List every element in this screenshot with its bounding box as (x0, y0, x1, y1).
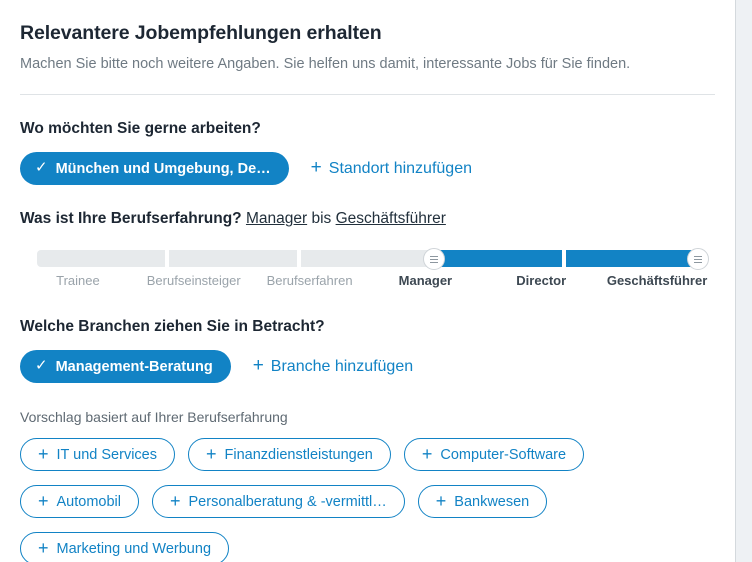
experience-range-separator: bis (311, 210, 332, 227)
experience-question-text: Was ist Ihre Berufserfahrung? (20, 210, 242, 227)
industry-chip-selected[interactable]: ✓ Management-Beratung (20, 350, 231, 383)
plus-icon: + (252, 355, 264, 376)
add-location-button[interactable]: + Standort hinzufügen (310, 157, 472, 178)
suggestion-chip[interactable]: + Computer-Software (403, 438, 585, 471)
card-body: Wo möchten Sie gerne arbeiten? ✓ München… (0, 95, 735, 562)
suggestion-chip-label: Automobil (56, 493, 121, 510)
slider-segment-4[interactable] (433, 250, 562, 267)
check-icon: ✓ (35, 159, 48, 176)
plus-icon: + (435, 490, 447, 511)
plus-icon: + (38, 443, 49, 464)
slider-track[interactable] (37, 248, 709, 270)
location-question: Wo möchten Sie gerne arbeiten? (20, 120, 261, 137)
slider-segment-3[interactable] (301, 250, 430, 267)
industry-section: Welche Branchen ziehen Sie in Betracht? … (20, 293, 715, 562)
suggestion-chip-label: Finanzdienstleistungen (224, 446, 373, 463)
suggestion-chip[interactable]: + IT und Services (20, 438, 175, 471)
add-location-label: Standort hinzufügen (328, 159, 472, 177)
slider-segment-1[interactable] (37, 250, 166, 267)
plus-icon: + (310, 157, 322, 178)
slider-tick-manager: Manager (398, 273, 453, 288)
page-background: Relevantere Jobempfehlungen erhalten Mac… (0, 0, 752, 562)
slider-tick-berufseinsteiger: Berufseinsteiger (146, 273, 241, 288)
grip-lines-icon (429, 255, 438, 257)
slider-tick-trainee: Trainee (56, 273, 100, 288)
slider-segment-5[interactable] (565, 250, 695, 267)
location-chip-row: ✓ München und Umgebung, De… + Standort h… (20, 152, 715, 185)
slider-tick-geschaeftsfuehrer: Geschäftsführer (606, 273, 708, 288)
slider-handle-lower[interactable] (422, 248, 445, 270)
plus-icon: + (38, 490, 49, 511)
suggestion-chip-list: + IT und Services + Finanzdienstleistung… (20, 438, 715, 562)
suggestion-chip-label: IT und Services (56, 446, 157, 463)
suggestion-chip-label: Marketing und Werbung (56, 540, 212, 557)
experience-range-from[interactable]: Manager (246, 210, 307, 227)
grip-lines-icon (429, 258, 438, 260)
page-subtitle: Machen Sie bitte noch weitere Angaben. S… (20, 56, 631, 72)
industry-chip-row: ✓ Management-Beratung + Branche hinzufüg… (20, 350, 715, 383)
slider-tick-berufserfahren: Berufserfahren (266, 273, 353, 288)
add-industry-button[interactable]: + Branche hinzufügen (252, 355, 414, 376)
experience-question: Was ist Ihre Berufserfahrung? Manager bi… (20, 209, 715, 229)
grip-lines-icon (694, 255, 702, 257)
suggestion-chip[interactable]: + Bankwesen (417, 485, 548, 518)
slider-handle-upper[interactable] (687, 248, 709, 270)
grip-lines-icon (694, 258, 702, 260)
add-industry-label: Branche hinzufügen (270, 357, 414, 375)
grip-lines-icon (694, 261, 702, 263)
location-chip-selected[interactable]: ✓ München und Umgebung, De… (20, 152, 289, 185)
suggestion-chip-label: Bankwesen (454, 493, 530, 510)
location-chip-label: München und Umgebung, De… (55, 160, 271, 177)
plus-icon: + (170, 490, 181, 511)
preferences-card: Relevantere Jobempfehlungen erhalten Mac… (0, 0, 736, 562)
plus-icon: + (421, 443, 433, 464)
suggestion-chip-label: Personalberatung & -vermittl… (188, 493, 387, 510)
experience-section: Was ist Ihre Berufserfahrung? Manager bi… (20, 185, 715, 293)
slider-segment-2[interactable] (169, 250, 298, 267)
slider-tick-director: Director (516, 273, 567, 288)
experience-slider[interactable]: Trainee Berufseinsteiger Berufserfahren … (20, 245, 715, 293)
suggestion-chip[interactable]: + Marketing und Werbung (20, 532, 230, 562)
suggestion-chip[interactable]: + Personalberatung & -vermittl… (152, 485, 405, 518)
suggestion-chip-label: Computer-Software (440, 446, 567, 463)
page-title: Relevantere Jobempfehlungen erhalten (20, 22, 382, 44)
suggestion-chip[interactable]: + Finanzdienstleistungen (188, 438, 391, 471)
grip-lines-icon (429, 261, 438, 263)
industry-question: Welche Branchen ziehen Sie in Betracht? (20, 318, 325, 335)
location-section: Wo möchten Sie gerne arbeiten? ✓ München… (20, 95, 715, 185)
plus-icon: + (38, 537, 49, 558)
experience-range-to[interactable]: Geschäftsführer (336, 210, 446, 227)
industry-chip-label: Management-Beratung (55, 358, 213, 375)
slider-tick-labels: Trainee Berufseinsteiger Berufserfahren … (20, 273, 715, 288)
plus-icon: + (206, 443, 217, 464)
suggestion-label: Vorschlag basiert auf Ihrer Berufserfahr… (20, 409, 288, 425)
card-header: Relevantere Jobempfehlungen erhalten Mac… (0, 0, 735, 95)
suggestion-chip[interactable]: + Automobil (20, 485, 139, 518)
check-icon: ✓ (35, 357, 48, 374)
